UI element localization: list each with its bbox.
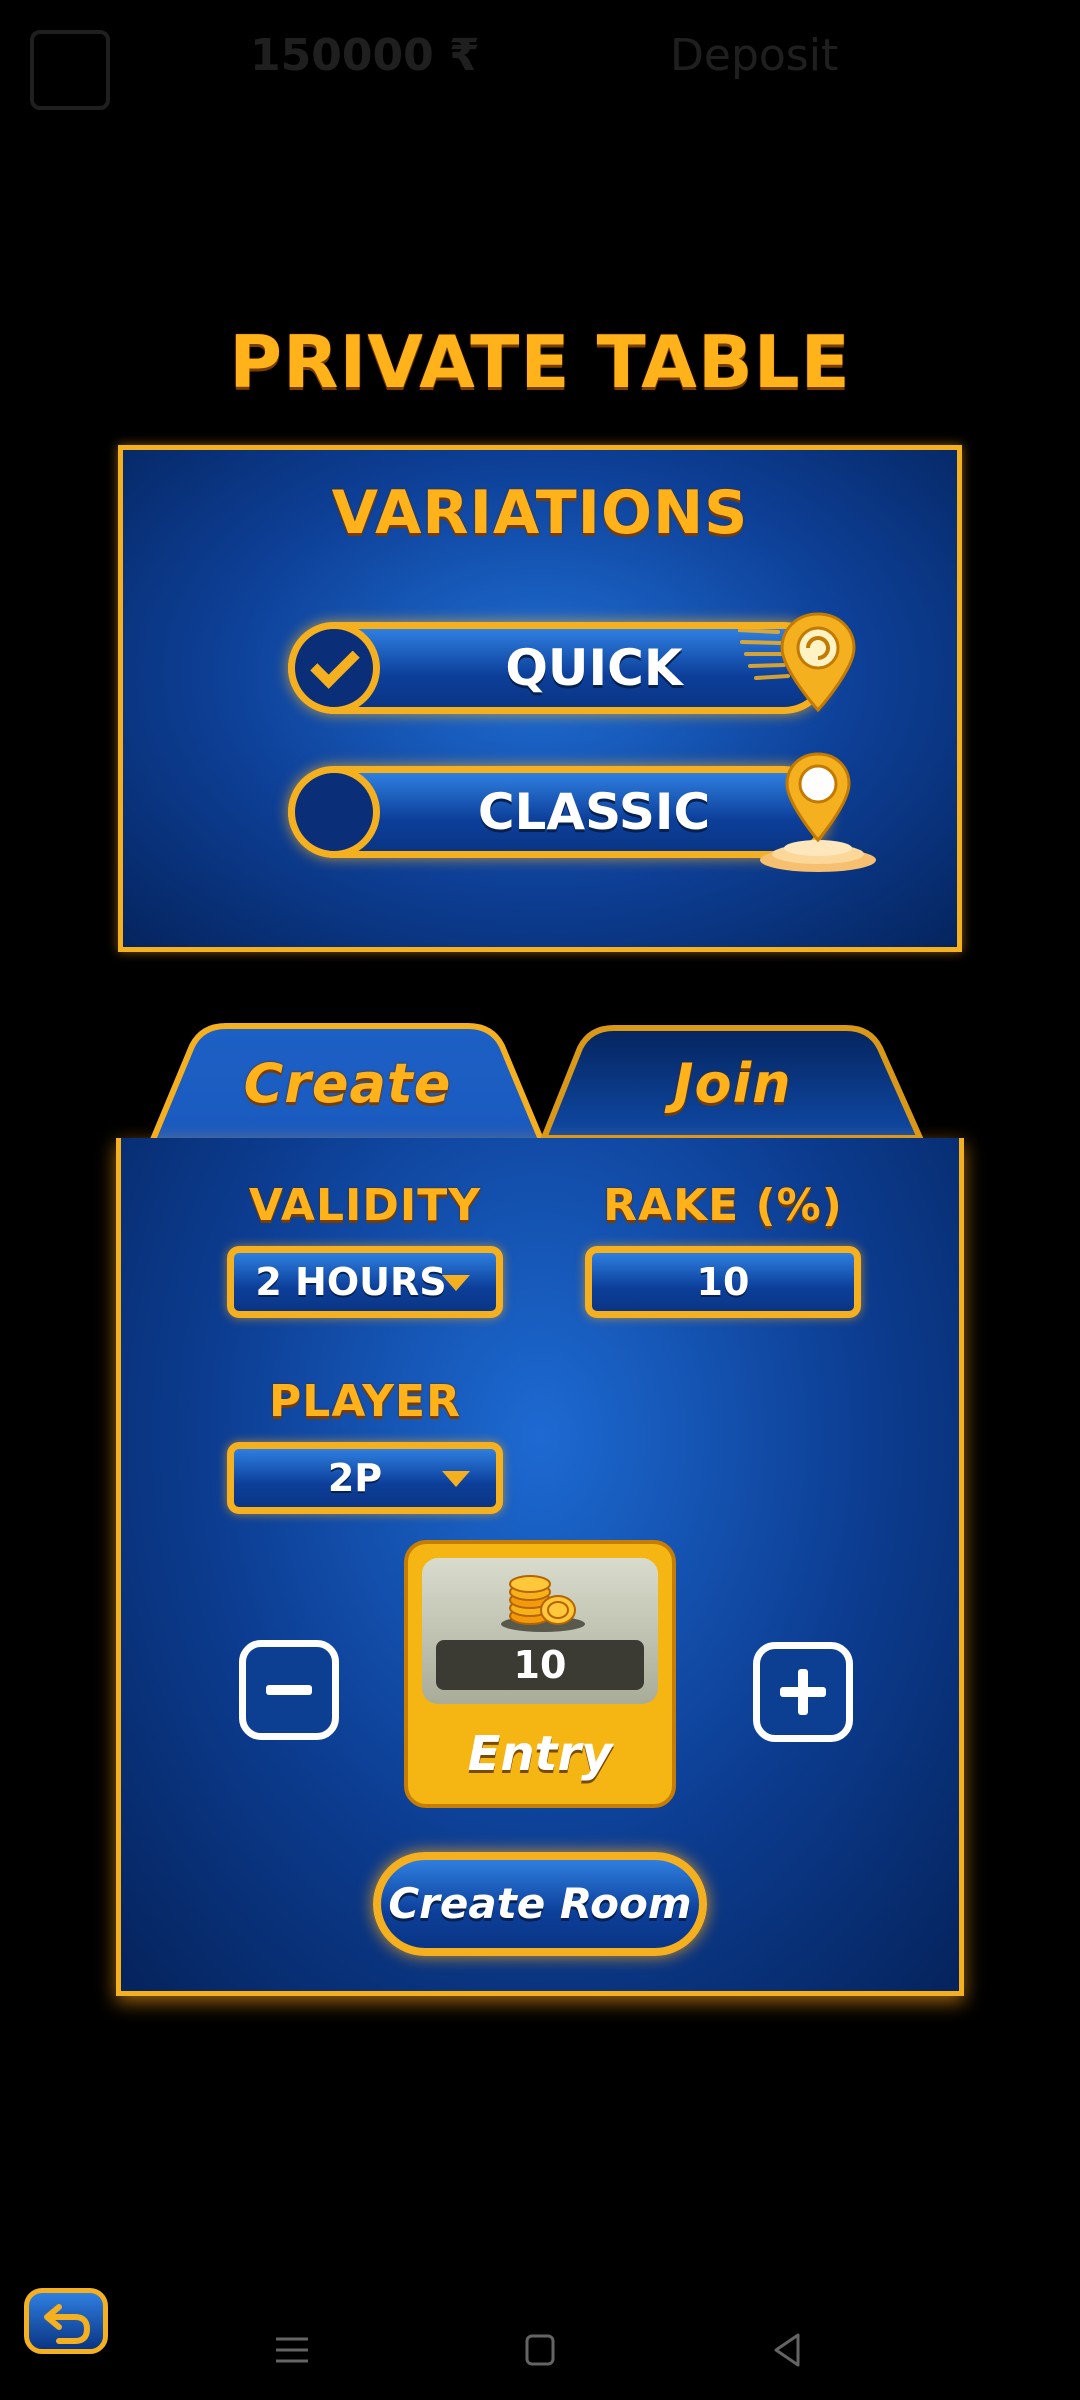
chevron-down-icon (442, 1471, 470, 1487)
tab-create-label: Create (243, 1052, 452, 1115)
player-value: 2P (327, 1456, 383, 1500)
create-room-button[interactable]: Create Room (373, 1852, 707, 1956)
coin-balance: 150000 ₹ (250, 30, 480, 81)
check-icon (310, 639, 360, 689)
classic-label: CLASSIC (477, 783, 711, 841)
tab-join-label: Join (673, 1052, 792, 1115)
player-dropdown[interactable]: 2P (227, 1442, 503, 1514)
player-label: PLAYER (269, 1376, 461, 1427)
rake-label: RAKE (%) (603, 1180, 843, 1231)
validity-value: 2 HOURS (255, 1260, 447, 1304)
classic-location-pin-icon (760, 752, 876, 872)
coins-stack-icon (501, 1575, 585, 1632)
decrease-entry-button[interactable] (239, 1640, 339, 1740)
recent-apps-icon[interactable] (262, 2325, 322, 2375)
quick-location-pin-icon (738, 612, 856, 713)
validity-label: VALIDITY (248, 1180, 482, 1231)
quick-radio[interactable] (288, 622, 380, 714)
chevron-down-icon (442, 1275, 470, 1291)
home-icon[interactable] (510, 2325, 570, 2375)
entry-amount: 10 (436, 1640, 644, 1690)
back-nav-icon[interactable] (758, 2325, 818, 2375)
page-title: PRIVATE TABLE (229, 320, 851, 404)
variations-panel: VARIATIONS QUICK CLASSIC (118, 445, 962, 952)
rake-input[interactable]: 10 (585, 1246, 861, 1318)
top-header: 150000 ₹ Deposit (0, 0, 1080, 140)
deposit-button[interactable]: Deposit (670, 30, 838, 81)
plus-icon-v (798, 1669, 808, 1715)
back-button[interactable] (24, 2288, 108, 2354)
variation-classic-option[interactable]: CLASSIC (288, 766, 830, 858)
classic-radio[interactable] (288, 766, 380, 858)
entry-inner: 10 (422, 1558, 658, 1704)
return-arrow-icon (44, 2304, 91, 2344)
increase-entry-button[interactable] (753, 1642, 853, 1742)
minus-icon (266, 1685, 312, 1695)
validity-dropdown[interactable]: 2 HOURS (227, 1246, 503, 1318)
entry-card: 10 Entry (404, 1540, 676, 1808)
menu-icon[interactable] (30, 30, 110, 110)
entry-label: Entry (467, 1726, 613, 1782)
variations-title: VARIATIONS (331, 478, 749, 548)
